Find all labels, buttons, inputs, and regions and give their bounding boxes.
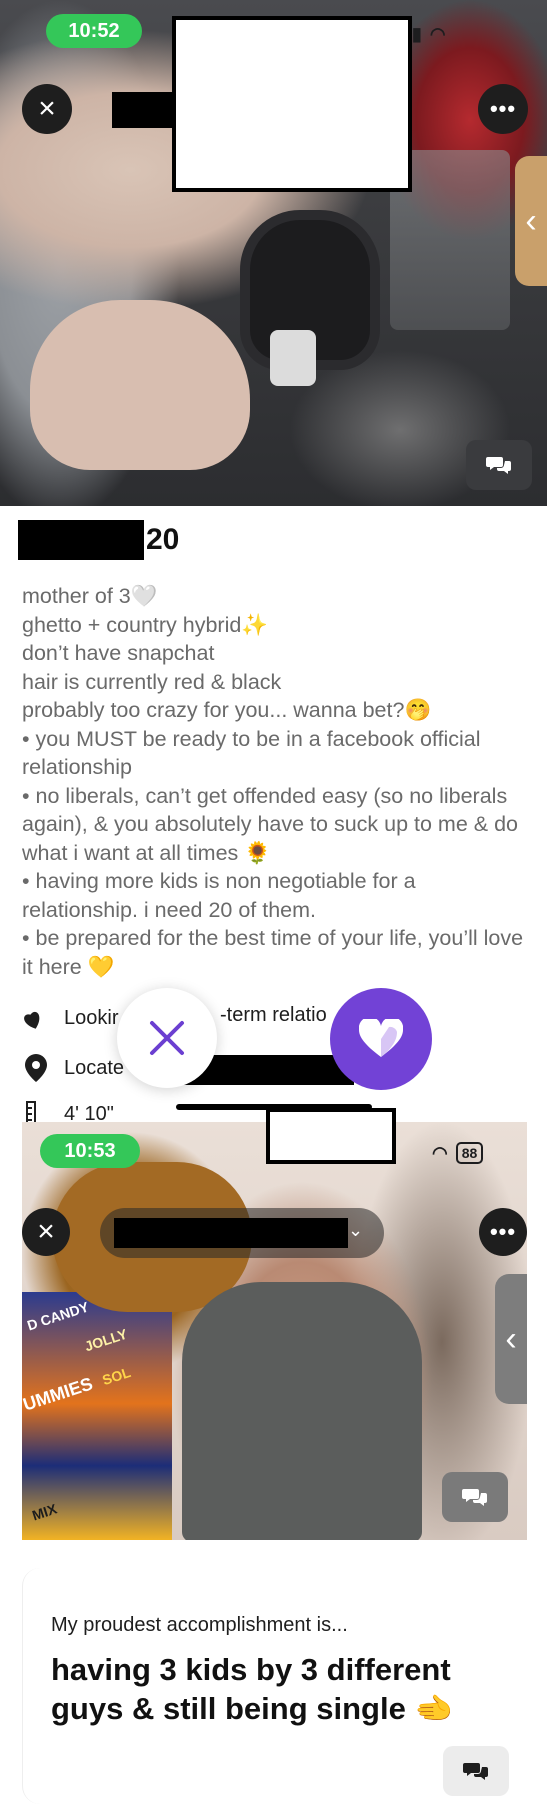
status-time-pill: 10:53 [40,1134,140,1168]
chat-icon [462,1489,487,1506]
chevron-down-icon: ⌄ [348,1220,364,1240]
location-text: Locate [64,1056,125,1079]
bio-line: • having more kids is non negotiable for… [22,869,416,922]
arm [30,300,250,470]
bio-line: probably too crazy for you... wanna bet?… [22,698,432,722]
detail-looking-for-tail: -term relatio [220,1004,327,1027]
redaction-box [266,1108,396,1164]
prompt-answer: having 3 kids by 3 different guys & stil… [51,1652,454,1726]
more-button[interactable]: ••• [479,1208,527,1256]
detail-height: 4' 10" [22,1100,114,1122]
name-redaction [114,1218,348,1248]
chat-icon [486,457,511,474]
seat-buckle [270,330,316,386]
chat-button[interactable] [466,440,532,490]
bio-line: ghetto + country hybrid✨ [22,612,269,637]
prompt-card: My proudest accomplishment is... having … [22,1568,527,1804]
chat-icon [463,1763,488,1780]
status-time: 10:52 [68,19,120,42]
looking-for-text: Lookir [64,1006,119,1029]
detail-looking-for: Lookir [22,1004,118,1032]
ruler-icon [22,1100,50,1122]
hearts-icon [22,1004,50,1032]
redaction-box [172,16,412,192]
profile-bio: mother of 3🤍 ghetto + country hybrid✨ do… [22,582,532,981]
more-icon: ••• [489,96,517,121]
bio-line: don’t have snapchat [22,641,215,665]
heart-icon [359,1019,403,1057]
bio-line: • no liberals, can’t get offended easy (… [22,783,518,865]
more-button[interactable]: ••• [478,84,528,134]
height-text: 4' 10" [64,1102,114,1123]
looking-for-text-tail: -term relatio [220,1004,327,1026]
location-pin-icon [22,1054,50,1082]
profile-screen-1: 10:52 ▮▮ ◠ × ••• ‹ 20 mother of 3🤍 ghett… [0,0,547,1122]
prompt-question: My proudest accomplishment is... [51,1614,348,1636]
close-button[interactable]: × [22,84,72,134]
chat-button[interactable] [442,1472,508,1522]
profile-screen-2: D CANDY JOLLY UMMIES SOL MIX 10:53 ◠ 88 … [22,1122,527,1804]
close-icon: × [38,92,56,125]
chevron-left-icon: ‹ [525,201,537,240]
status-icons: ◠ 88 [432,1142,484,1164]
detail-location: Locate [22,1054,124,1082]
chevron-left-icon: ‹ [505,1319,517,1358]
wifi-icon: ◠ [429,24,446,44]
shirt [182,1282,422,1540]
more-icon: ••• [489,1219,517,1244]
status-time: 10:53 [64,1139,116,1162]
pass-button[interactable] [117,988,217,1088]
close-icon: × [37,1215,55,1248]
bio-line: • you MUST be ready to be in a facebook … [22,726,481,780]
battery-icon: 88 [455,1142,484,1164]
like-button[interactable] [330,988,432,1090]
bio-line: hair is currently red & black [22,669,282,694]
close-button[interactable]: × [22,1208,70,1256]
profile-age: 20 [146,523,180,556]
pass-x-icon [150,1021,184,1055]
bio-line: mother of 3🤍 [22,584,158,608]
side-panel-tab[interactable]: ‹ [495,1274,527,1404]
name-redaction [18,520,144,560]
wifi-icon: ◠ [432,1142,448,1163]
side-panel-tab[interactable]: ‹ [515,156,547,286]
status-time-pill: 10:52 [46,14,142,48]
bio-line: • be prepared for the best time of your … [22,926,524,979]
chat-button[interactable] [443,1746,509,1796]
